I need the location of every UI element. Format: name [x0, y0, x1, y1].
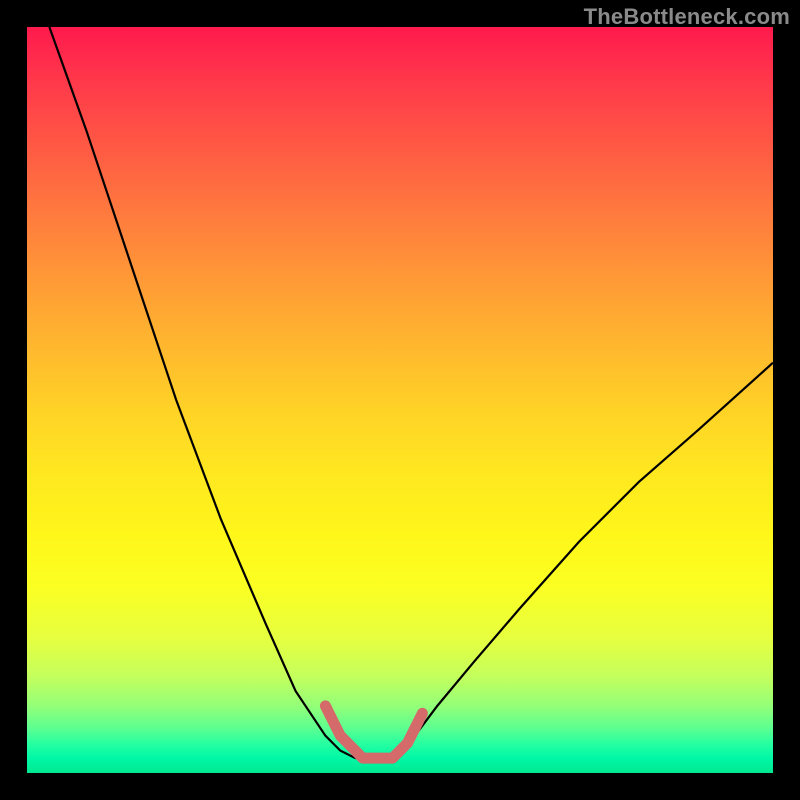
chart-frame: TheBottleneck.com: [0, 0, 800, 800]
plot-area: [27, 27, 773, 773]
right-curve: [393, 363, 773, 758]
curve-layer: [27, 27, 773, 773]
left-curve: [49, 27, 362, 758]
watermark-text: TheBottleneck.com: [584, 4, 790, 30]
